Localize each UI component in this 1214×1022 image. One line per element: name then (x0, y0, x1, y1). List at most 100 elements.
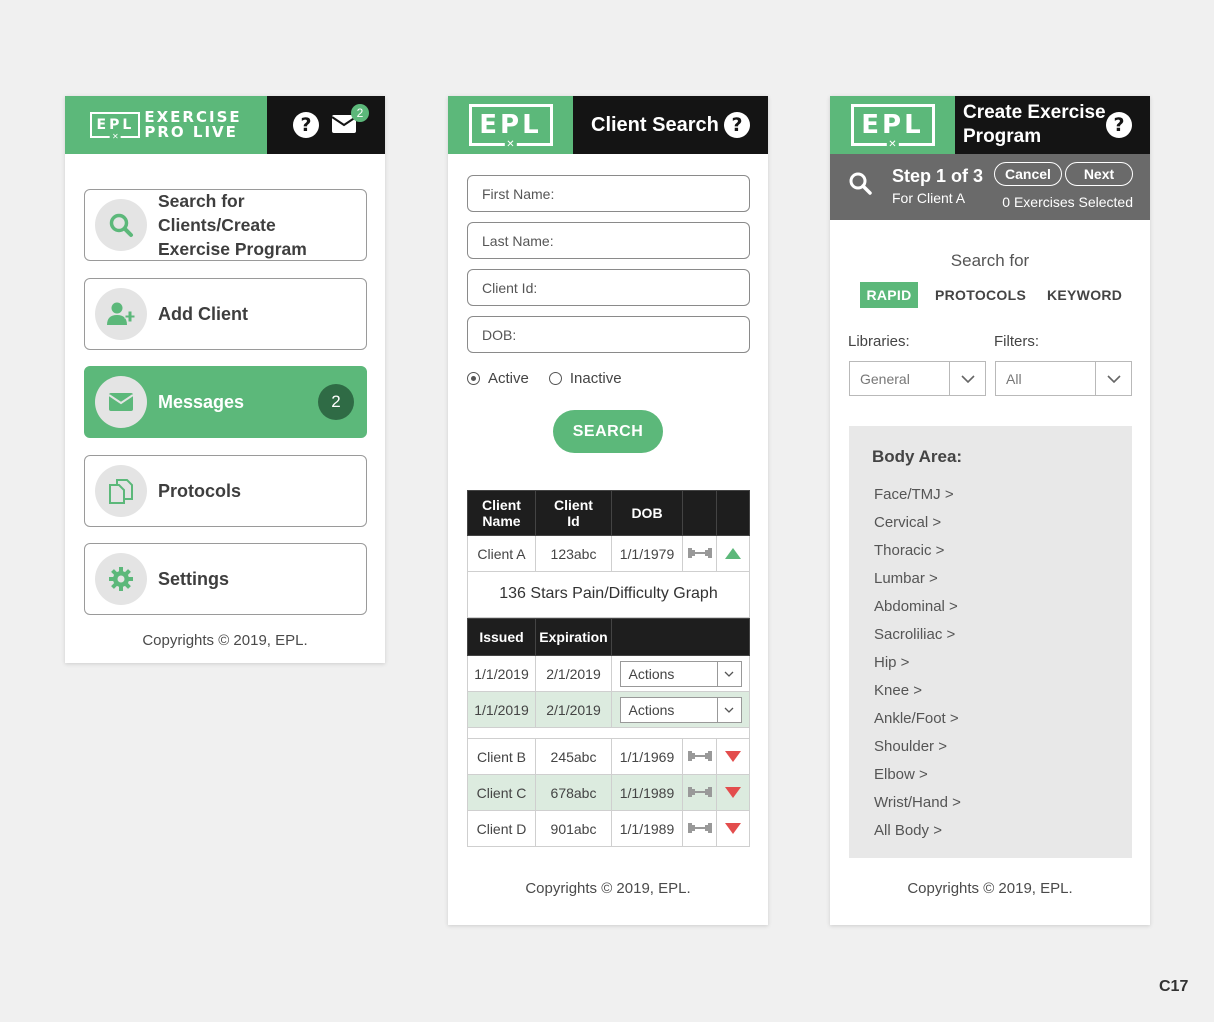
chevron-down-icon (1095, 362, 1131, 395)
expiration-date: 2/1/2019 (535, 655, 612, 692)
corner-tag: C17 (1159, 978, 1189, 995)
issued-date: 1/1/2019 (467, 655, 536, 692)
client-id-input[interactable] (467, 269, 750, 306)
body-area-item[interactable]: Cervical > (874, 514, 941, 531)
column-header: Issued (467, 618, 536, 656)
body-area-item[interactable]: Lumbar > (874, 570, 938, 587)
body-area-item[interactable]: Shoulder > (874, 738, 947, 755)
dob-input[interactable] (467, 316, 750, 353)
gear-icon (95, 553, 147, 605)
tab-protocols[interactable]: PROTOCOLS (935, 282, 1026, 308)
chevron-down-icon (716, 697, 741, 722)
table-row[interactable]: Client B 245abc 1/1/1969 (467, 738, 750, 775)
column-header: Client Name (467, 490, 536, 536)
body-area-item[interactable]: Knee > (874, 682, 922, 699)
dumbbell-icon[interactable] (682, 810, 717, 847)
search-icon[interactable] (848, 171, 872, 200)
table-header-row: Issued Expiration (467, 618, 750, 656)
menu-label: Search for Clients/Create (158, 191, 276, 235)
body-area-item[interactable]: Thoracic > (874, 542, 944, 559)
radio-label: Active (488, 370, 529, 387)
table-row: 1/1/2019 2/1/2019 Actions (467, 655, 750, 692)
table-row[interactable]: Client C 678abc 1/1/1989 (467, 774, 750, 811)
client-dob: 1/1/1989 (611, 774, 683, 811)
column-header (611, 618, 750, 656)
search-button[interactable]: SEARCH (553, 410, 663, 453)
body-area-item[interactable]: All Body > (874, 822, 942, 839)
last-name-input[interactable] (467, 222, 750, 259)
copyright: Copyrights © 2019, EPL. (907, 880, 1073, 897)
dumbbell-icon[interactable] (682, 738, 717, 775)
next-button[interactable]: Next (1065, 162, 1133, 186)
settings-button[interactable]: Settings (84, 543, 367, 615)
client-name: Client D (467, 810, 536, 847)
logo[interactable]: EPL ✕ (830, 96, 955, 154)
expand-arrow-icon[interactable] (716, 774, 750, 811)
filters-select[interactable]: All (995, 361, 1132, 396)
active-radio[interactable] (467, 372, 480, 385)
client-search-screen: EPL✕ Client Search ? Active Inactive SEA… (448, 96, 768, 925)
logo-text: EPL (861, 110, 924, 140)
collapse-arrow-icon[interactable] (716, 535, 750, 572)
column-header: Expiration (535, 618, 612, 656)
logo[interactable]: EPL ✕ (448, 96, 573, 154)
logo[interactable]: EPL ✕ EXERCISE PRO LIVE (65, 96, 267, 154)
inactive-radio[interactable] (548, 372, 562, 385)
help-icon[interactable]: ? (724, 112, 750, 138)
header: EPL ✕ Create Exercise Program ? (830, 96, 1150, 154)
detail-title: 136 Stars Pain/Difficulty Graph (467, 571, 750, 618)
step-bar: Step 1 of 3 For Client A Cancel Next 0 E… (830, 154, 1150, 220)
issued-date: 1/1/2019 (467, 691, 536, 728)
column-header (716, 490, 750, 536)
logo-text: EPL (479, 110, 542, 140)
expand-arrow-icon[interactable] (716, 738, 750, 775)
page-title: Client Search (591, 113, 719, 136)
program-table: Issued Expiration 1/1/2019 2/1/2019 Acti… (467, 618, 750, 728)
body-area-item[interactable]: Sacroliliac > (874, 626, 955, 643)
protocols-button[interactable]: Protocols (84, 455, 367, 527)
search-for-label: Search for (950, 251, 1030, 270)
expand-arrow-icon[interactable] (716, 810, 750, 847)
body-area-item[interactable]: Abdominal > (874, 598, 958, 615)
body-area-item[interactable]: Ankle/Foot > (874, 710, 959, 727)
actions-dropdown[interactable]: Actions (619, 660, 742, 687)
body-area-item[interactable]: Elbow > (874, 766, 928, 783)
copy-icon (95, 465, 147, 517)
dumbbell-icon[interactable] (682, 774, 717, 811)
body-area-item[interactable]: Wrist/Hand > (874, 794, 961, 811)
table-row[interactable]: Client D 901abc 1/1/1989 (467, 810, 750, 847)
table-row: 1/1/2019 2/1/2019 Actions (467, 691, 750, 728)
help-icon[interactable]: ? (293, 112, 319, 138)
menu-label: Messages (158, 392, 245, 412)
tab-keyword[interactable]: KEYWORD (1047, 282, 1122, 308)
copyright: Copyrights © 2019, EPL. (525, 880, 691, 897)
create-program-screen: EPL ✕ Create Exercise Program ? Step 1 of… (830, 96, 1150, 925)
body-area-item[interactable]: Hip > (874, 654, 909, 671)
mail-icon[interactable]: 2 (331, 104, 369, 136)
mail-icon (95, 376, 147, 428)
client-id: 901abc (535, 810, 612, 847)
body-area-item[interactable]: Face/TMJ > (874, 486, 954, 503)
epl-logo-mark: EPL ✕ (468, 104, 553, 150)
client-id: 123abc (535, 535, 612, 572)
selected-count: 0 Exercises Selected (1002, 194, 1133, 210)
first-name-input[interactable] (467, 175, 750, 212)
client-name: Client A (467, 535, 536, 572)
dumbbell-icon[interactable] (682, 535, 717, 572)
client-table-more: Client B 245abc 1/1/1969 Client C 678abc… (467, 738, 750, 847)
table-row[interactable]: Client A 123abc 1/1/1979 (467, 535, 750, 572)
messages-button[interactable]: Messages 2 (84, 366, 367, 438)
copyright: Copyrights © 2019, EPL. (142, 632, 308, 649)
column-header (682, 490, 717, 536)
actions-dropdown[interactable]: Actions (619, 696, 742, 723)
client-dob: 1/1/1989 (611, 810, 683, 847)
cancel-button[interactable]: Cancel (994, 162, 1062, 186)
tab-rapid[interactable]: RAPID (860, 282, 918, 308)
libraries-select[interactable]: General (849, 361, 986, 396)
add-client-button[interactable]: Add Client (84, 278, 367, 350)
header: EPL ✕ Client Search ? (448, 96, 768, 154)
epl-logo-mark: EPL ✕ (850, 104, 935, 150)
step-label: Step 1 of 3 (892, 166, 984, 186)
search-clients-button[interactable]: Search for Clients/Create Exercise Progr… (84, 189, 367, 261)
help-icon[interactable]: ? (1106, 112, 1132, 138)
